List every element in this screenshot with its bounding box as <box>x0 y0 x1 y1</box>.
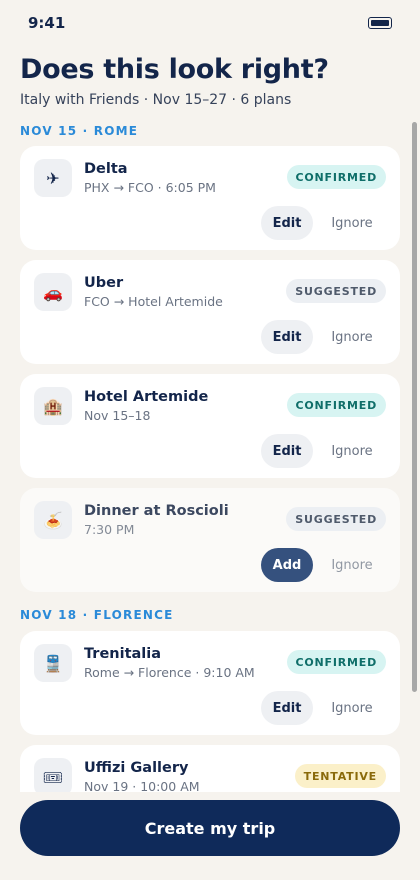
car-icon: 🚗 <box>34 273 72 311</box>
page-title: Does this look right? <box>20 54 329 85</box>
pasta-icon: 🍝 <box>34 501 72 539</box>
create-trip-button[interactable]: Create my trip <box>20 800 400 856</box>
plan-detail: Nov 19 · 10:00 AM <box>84 779 200 792</box>
edit-button[interactable]: Edit <box>261 320 313 354</box>
status-badge: SUGGESTED <box>286 507 386 531</box>
plans-list[interactable]: NOV 15 · ROME ✈ Delta PHX → FCO · 6:05 P… <box>0 116 420 792</box>
plan-detail: Rome → Florence · 9:10 AM <box>84 665 255 680</box>
ignore-button[interactable]: Ignore <box>326 691 378 725</box>
plan-card-dinner-roscioli: 🍝 Dinner at Roscioli 7:30 PM SUGGESTED A… <box>20 488 400 592</box>
plan-detail: FCO → Hotel Artemide <box>84 294 223 309</box>
plan-card-trenitalia: 🚆 Trenitalia Rome → Florence · 9:10 AM C… <box>20 631 400 735</box>
train-icon: 🚆 <box>34 644 72 682</box>
plan-detail: PHX → FCO · 6:05 PM <box>84 180 216 195</box>
hotel-icon: 🏨 <box>34 387 72 425</box>
edit-button[interactable]: Edit <box>261 691 313 725</box>
section-header-florence: NOV 18 · FLORENCE <box>20 608 174 622</box>
trip-subtitle: Italy with Friends · Nov 15–27 · 6 plans <box>20 92 292 108</box>
status-badge: SUGGESTED <box>286 279 386 303</box>
plan-title: Delta <box>84 161 128 177</box>
status-badge: CONFIRMED <box>286 650 386 674</box>
plan-detail: 7:30 PM <box>84 522 135 537</box>
status-badge: CONFIRMED <box>286 393 386 417</box>
airplane-icon: ✈ <box>34 159 72 197</box>
add-button[interactable]: Add <box>261 548 313 582</box>
edit-button[interactable]: Edit <box>261 206 313 240</box>
ignore-button[interactable]: Ignore <box>326 548 378 582</box>
plan-title: Dinner at Roscioli <box>84 503 229 519</box>
section-header-rome: NOV 15 · ROME <box>20 124 139 138</box>
scrollbar[interactable] <box>412 122 417 692</box>
battery-icon <box>368 17 392 29</box>
ignore-button[interactable]: Ignore <box>326 320 378 354</box>
ignore-button[interactable]: Ignore <box>326 206 378 240</box>
plan-title: Uber <box>84 275 124 291</box>
plan-title: Trenitalia <box>84 646 162 662</box>
plan-card-uffizi-gallery: 🎟 Uffizi Gallery Nov 19 · 10:00 AM TENTA… <box>20 745 400 792</box>
ignore-button[interactable]: Ignore <box>326 434 378 468</box>
ticket-icon: 🎟 <box>34 758 72 792</box>
status-bar: 9:41 <box>0 0 420 48</box>
plan-detail: Nov 15–18 <box>84 408 151 423</box>
plan-title: Uffizi Gallery <box>84 760 189 776</box>
status-time: 9:41 <box>28 14 66 32</box>
plan-title: Hotel Artemide <box>84 389 209 405</box>
status-badge: TENTATIVE <box>294 764 386 788</box>
plan-card-uber: 🚗 Uber FCO → Hotel Artemide SUGGESTED Ed… <box>20 260 400 364</box>
status-badge: CONFIRMED <box>286 165 386 189</box>
plan-card-delta: ✈ Delta PHX → FCO · 6:05 PM CONFIRMED Ed… <box>20 146 400 250</box>
edit-button[interactable]: Edit <box>261 434 313 468</box>
plan-card-hotel-artemide: 🏨 Hotel Artemide Nov 15–18 CONFIRMED Edi… <box>20 374 400 478</box>
